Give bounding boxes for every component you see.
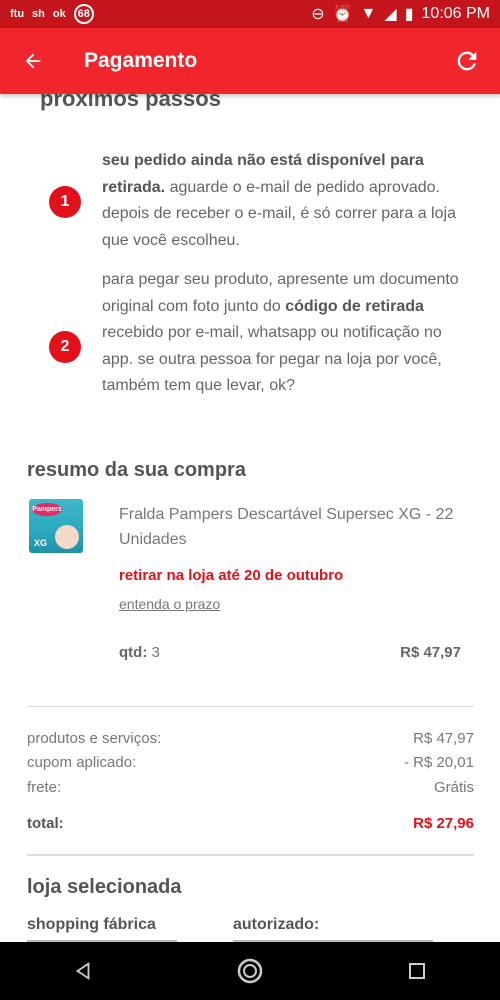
quantity-value: 3	[151, 644, 160, 661]
store-name: shopping fábrica	[27, 916, 156, 933]
triangle-back-icon	[76, 961, 90, 981]
nav-back-button[interactable]	[53, 942, 113, 1000]
step-number-badge: 1	[49, 186, 81, 218]
dnd-icon: ⊖	[311, 6, 325, 23]
quantity-label: qtd:	[119, 644, 148, 661]
product-image[interactable]: Pampers XG	[29, 499, 83, 553]
notification-count-badge: 68	[73, 4, 94, 24]
shipping-value: Grátis	[433, 779, 474, 796]
coupon-row: cupom aplicado: - R$ 20,01	[27, 754, 474, 771]
wifi-icon: ▼	[360, 5, 377, 22]
battery-icon: ▮	[404, 6, 414, 23]
understand-deadline-link[interactable]: entenda o prazo	[119, 596, 220, 612]
subtotal-row: produtos e serviços: R$ 47,97	[27, 730, 474, 747]
baby-image	[55, 525, 79, 549]
step-2-body-after: recebido por e-mail, whatsapp ou notific…	[102, 324, 442, 394]
notification-icon-2: sh	[32, 8, 45, 20]
divider	[27, 854, 474, 856]
product-name: Fralda Pampers Descartável Supersec XG -…	[119, 506, 454, 548]
step-2-bold: código de retirada	[285, 297, 424, 315]
total-row: total: R$ 27,96	[27, 815, 474, 832]
subtotal-value: R$ 47,97	[413, 730, 474, 747]
nav-home-button[interactable]	[220, 942, 280, 1000]
pickup-deadline: retirar na loja até 20 de outubro	[119, 567, 344, 584]
coupon-label: cupom aplicado:	[27, 754, 137, 771]
back-button[interactable]	[0, 28, 66, 94]
selected-store-title: loja selecionada	[27, 876, 182, 898]
refresh-button[interactable]	[434, 28, 500, 94]
page-title: Pagamento	[84, 49, 198, 72]
clock: 10:06 PM	[421, 5, 490, 22]
shipping-row: frete: Grátis	[27, 779, 474, 796]
subtotal-label: produtos e serviços:	[27, 730, 162, 747]
total-label: total:	[27, 815, 64, 832]
nav-recents-button[interactable]	[387, 942, 447, 1000]
total-value: R$ 27,96	[413, 815, 474, 832]
system-nav-bar	[0, 942, 500, 1000]
divider	[27, 706, 474, 707]
step-2-text: para pegar seu produto, apresente um doc…	[102, 267, 462, 400]
pampers-logo: Pampers	[32, 503, 62, 516]
size-label: XG	[34, 538, 48, 548]
square-recents-icon	[408, 963, 425, 979]
shipping-label: frete:	[27, 779, 62, 796]
signal-icon: ◢	[384, 6, 397, 23]
authorized-label: autorizado:	[233, 916, 320, 933]
status-bar: ftu sh ok 68 ⊖ ⏰ ▼ ◢ ▮ 10:06 PM	[0, 0, 500, 28]
summary-title: resumo da sua compra	[27, 459, 246, 481]
circle-home-icon	[237, 958, 263, 984]
notification-icons: ftu sh ok 68	[10, 4, 94, 24]
coupon-value: - R$ 20,01	[403, 754, 474, 771]
notification-icon-1: ftu	[10, 8, 25, 20]
alarm-icon: ⏰	[332, 6, 353, 23]
app-bar: Pagamento	[0, 28, 500, 94]
payment-content[interactable]: proximos passos 1 seu pedido ainda não e…	[0, 94, 500, 942]
quantity: qtd: 3	[119, 644, 160, 661]
step-number-badge: 2	[49, 331, 81, 363]
notification-icon-3: ok	[52, 8, 66, 20]
refresh-icon	[457, 51, 477, 71]
system-icons: ⊖ ⏰ ▼ ◢ ▮ 10:06 PM	[311, 4, 490, 24]
step-1-text: seu pedido ainda não está disponível par…	[102, 148, 462, 254]
arrow-back-icon	[25, 53, 41, 69]
item-price: R$ 47,97	[400, 644, 461, 661]
next-steps-title: proximos passos	[40, 94, 221, 111]
